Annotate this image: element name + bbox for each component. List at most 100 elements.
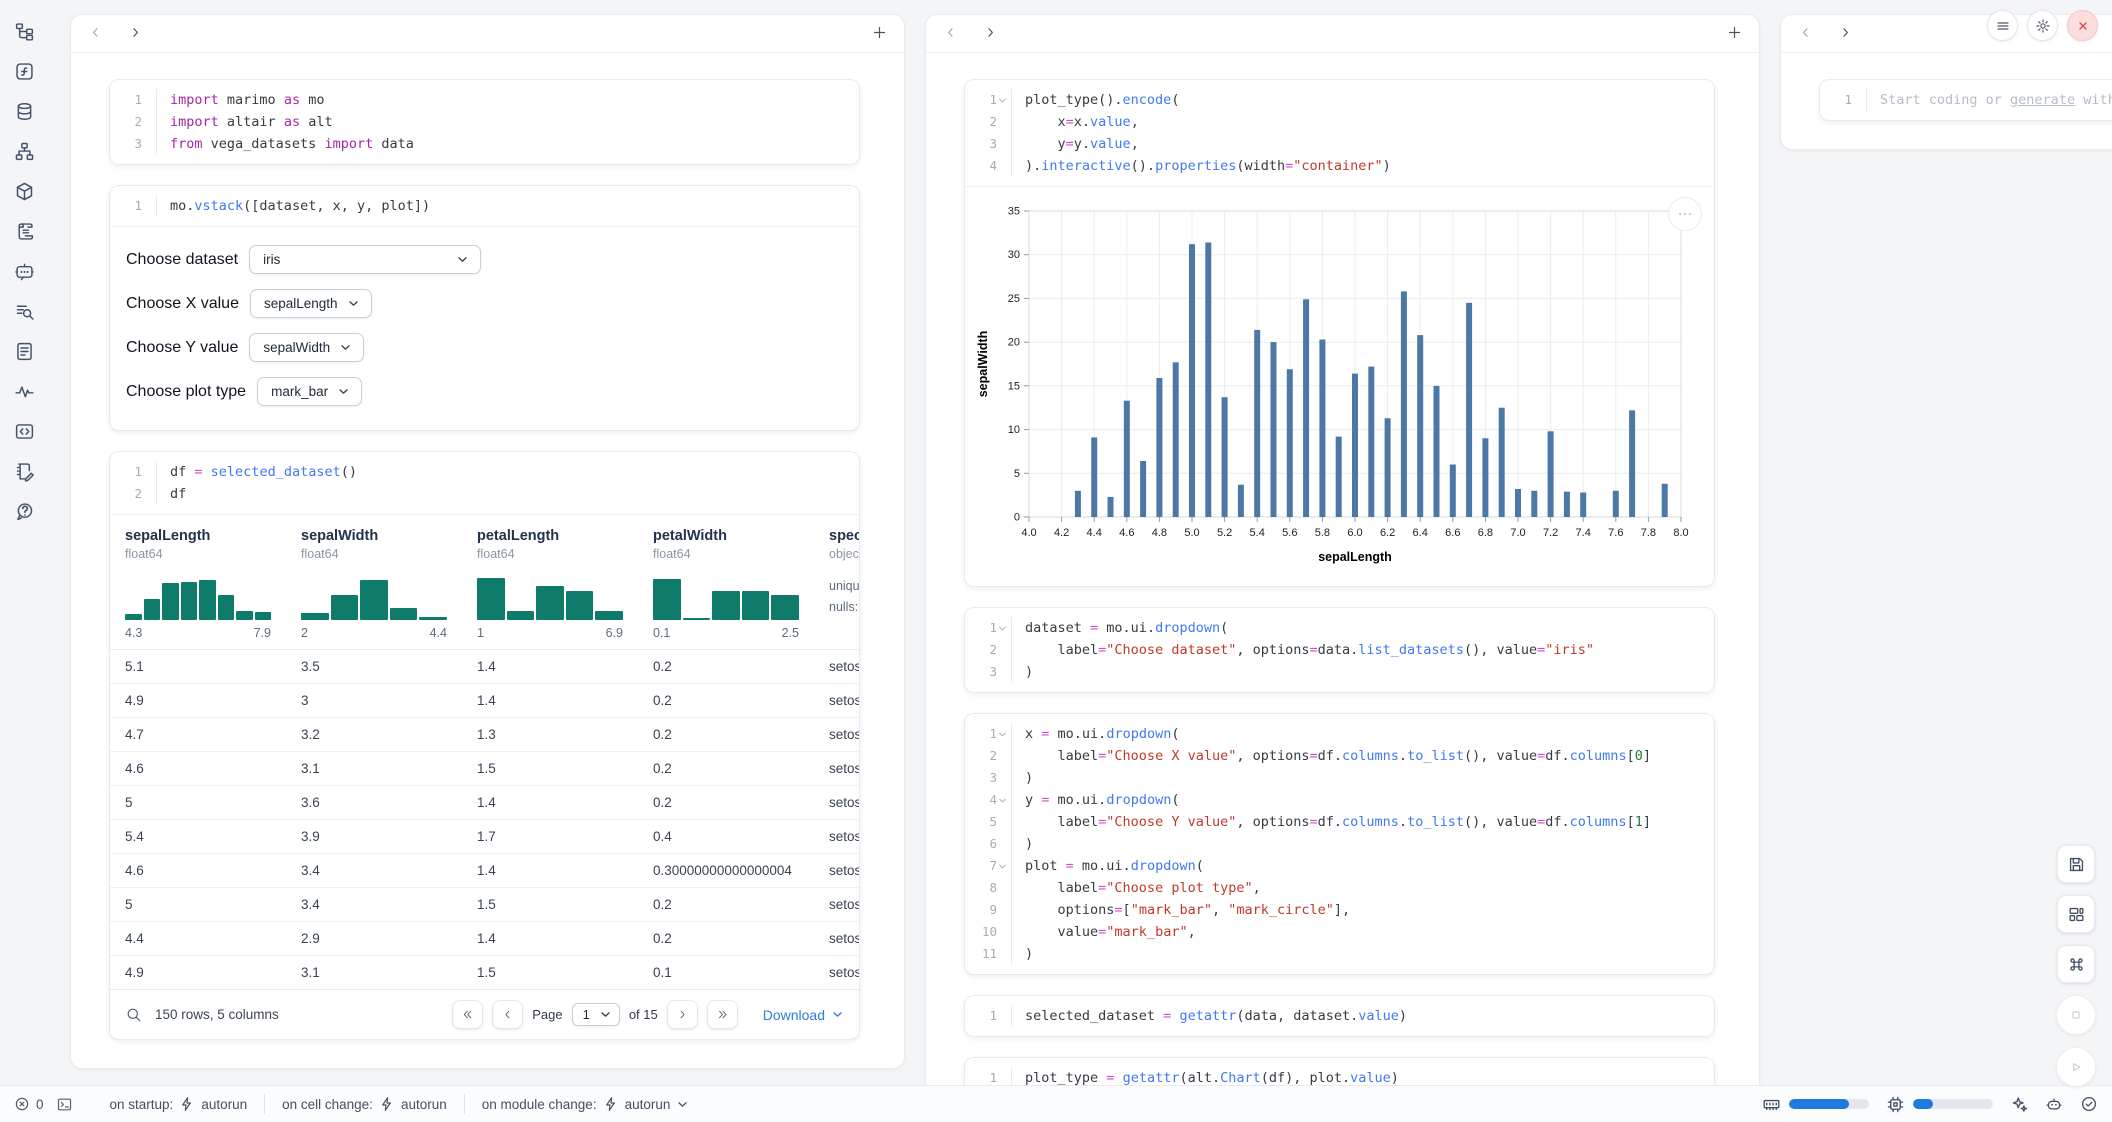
column-header-petalWidth[interactable]: petalWidth float64 0.12.5: [638, 515, 814, 649]
column-header-species[interactable]: species objectunique:nulls:: [814, 515, 859, 649]
column-header-petalLength[interactable]: petalLength float64 16.9: [462, 515, 638, 649]
column-histogram[interactable]: [125, 574, 271, 620]
terminal-button[interactable]: [56, 1096, 73, 1113]
y-value-select[interactable]: sepalWidth: [249, 333, 364, 362]
cell-plot-type[interactable]: 1plot_type = getattr(alt.Chart(df), plot…: [964, 1057, 1715, 1085]
x-value-label: Choose X value: [126, 295, 239, 313]
connection-status-button[interactable]: [2080, 1095, 2098, 1113]
sidebar-dependency-graph-button[interactable]: [9, 136, 39, 166]
on-module-change-setting[interactable]: on module change: autorun: [464, 1094, 707, 1114]
cell-empty-scratch[interactable]: 1 Start coding or generate with AI: [1819, 79, 2112, 121]
table-cell: 1.4: [462, 684, 638, 717]
table-row[interactable]: 4.42.91.40.2setosa: [110, 922, 859, 956]
chevron-right-icon: [983, 25, 998, 40]
code-editor[interactable]: dataset = mo.ui.dropdown( label="Choose …: [1012, 617, 1594, 683]
sidebar-snippets-button[interactable]: [9, 416, 39, 446]
x-value-select[interactable]: sepalLength: [250, 289, 372, 318]
altair-bar-chart[interactable]: 4.04.24.44.64.85.05.25.45.65.86.06.26.46…: [973, 197, 1708, 574]
sidebar-datasources-button[interactable]: [9, 96, 39, 126]
run-button[interactable]: [2056, 1047, 2096, 1087]
code-editor[interactable]: x = mo.ui.dropdown( label="Choose X valu…: [1012, 723, 1651, 965]
dataset-select[interactable]: iris: [249, 245, 481, 274]
table-row[interactable]: 53.61.40.2setosa: [110, 786, 859, 820]
sidebar-packages-button[interactable]: [9, 176, 39, 206]
fold-chevron-icon[interactable]: [997, 95, 1008, 106]
on-startup-setting[interactable]: on startup: autorun: [93, 1094, 265, 1114]
dataset-label: Choose dataset: [126, 251, 238, 269]
cell-dataset-dropdown[interactable]: 123dataset = mo.ui.dropdown( label="Choo…: [964, 607, 1715, 693]
table-search-button[interactable]: [125, 1006, 142, 1023]
last-page-button[interactable]: [707, 1000, 738, 1029]
cell-dataframe[interactable]: 12df = selected_dataset()df sepalLength …: [109, 451, 860, 1040]
download-button[interactable]: Download: [763, 1007, 844, 1023]
scroll-column-right-button[interactable]: [980, 24, 1000, 44]
column-histogram[interactable]: [477, 574, 623, 620]
table-row[interactable]: 4.93.11.50.1setosa: [110, 956, 859, 989]
code-editor[interactable]: df = selected_dataset()df: [157, 461, 357, 505]
ai-copilot-button[interactable]: [2010, 1095, 2028, 1113]
layout-button[interactable]: [2057, 895, 2095, 933]
shutdown-button[interactable]: [2067, 10, 2098, 41]
errors-button[interactable]: 0: [14, 1096, 44, 1112]
fold-chevron-icon[interactable]: [997, 729, 1008, 740]
sidebar-variables-button[interactable]: [9, 56, 39, 86]
table-row[interactable]: 4.73.21.30.2setosa: [110, 718, 859, 752]
stop-button[interactable]: [2056, 995, 2096, 1035]
menu-button[interactable]: [1987, 10, 2018, 41]
table-row[interactable]: 53.41.50.2setosa: [110, 888, 859, 922]
settings-button[interactable]: [2027, 10, 2058, 41]
sidebar-tracing-button[interactable]: [9, 376, 39, 406]
sidebar-ai-chat-button[interactable]: [9, 256, 39, 286]
first-page-button[interactable]: [452, 1000, 483, 1029]
sidebar-file-explorer-button[interactable]: [9, 16, 39, 46]
column-histogram[interactable]: [301, 574, 447, 620]
table-cell: 5: [110, 786, 286, 819]
column-header-sepalWidth[interactable]: sepalWidth float64 24.4: [286, 515, 462, 649]
table-row[interactable]: 5.13.51.40.2setosa: [110, 650, 859, 684]
ai-chat-icon: [14, 261, 35, 282]
code-editor[interactable]: mo.vstack([dataset, x, y, plot]): [157, 195, 430, 217]
ai-assistant-button[interactable]: [2045, 1095, 2063, 1113]
cell-vstack[interactable]: 1mo.vstack([dataset, x, y, plot]) Choose…: [109, 185, 860, 431]
save-button[interactable]: [2057, 845, 2095, 883]
sidebar-outline-button[interactable]: [9, 296, 39, 326]
cell-xy-plot-dropdowns[interactable]: 1234567891011x = mo.ui.dropdown( label="…: [964, 713, 1715, 975]
scroll-column-left-button[interactable]: [85, 24, 105, 44]
column-histogram[interactable]: [653, 574, 799, 620]
column-header-sepalLength[interactable]: sepalLength float64 4.37.9: [110, 515, 286, 649]
add-column-button[interactable]: [1723, 23, 1745, 45]
table-row[interactable]: 5.43.91.70.4setosa: [110, 820, 859, 854]
table-row[interactable]: 4.63.41.40.30000000000000004setosa: [110, 854, 859, 888]
code-editor[interactable]: selected_dataset = getattr(data, dataset…: [1012, 1005, 1407, 1027]
sidebar-documentation-button[interactable]: [9, 336, 39, 366]
plot-type-select[interactable]: mark_bar: [257, 377, 362, 406]
scroll-column-right-button[interactable]: [125, 24, 145, 44]
generate-with-ai-link[interactable]: generate: [2010, 92, 2075, 108]
keyboard-shortcuts-button[interactable]: [2057, 945, 2095, 983]
cell-chart[interactable]: 1234plot_type().encode( x=x.value, y=y.v…: [964, 79, 1715, 587]
add-column-button[interactable]: [868, 23, 890, 45]
on-cell-change-setting[interactable]: on cell change: autorun: [264, 1094, 464, 1114]
code-editor[interactable]: plot_type().encode( x=x.value, y=y.value…: [1012, 89, 1391, 177]
scroll-column-right-button[interactable]: [1835, 24, 1855, 44]
sidebar-help-button[interactable]: [9, 496, 39, 526]
sidebar-scratchpad-button[interactable]: [9, 456, 39, 486]
fold-chevron-icon[interactable]: [997, 861, 1008, 872]
code-editor[interactable]: import marimo as moimport altair as altf…: [157, 89, 414, 155]
table-row[interactable]: 4.931.40.2setosa: [110, 684, 859, 718]
page-select[interactable]: 1: [572, 1003, 620, 1026]
prev-page-button[interactable]: [492, 1000, 523, 1029]
cell-imports[interactable]: 123import marimo as moimport altair as a…: [109, 79, 860, 165]
scroll-column-left-button[interactable]: [1795, 24, 1815, 44]
scroll-column-left-button[interactable]: [940, 24, 960, 44]
cell-selected-dataset[interactable]: 1selected_dataset = getattr(data, datase…: [964, 995, 1715, 1037]
fold-chevron-icon[interactable]: [997, 795, 1008, 806]
chart-actions-button[interactable]: [1668, 197, 1702, 231]
sidebar-logs-button[interactable]: [9, 216, 39, 246]
code-editor[interactable]: plot_type = getattr(alt.Chart(df), plot.…: [1012, 1067, 1399, 1085]
cell-placeholder[interactable]: Start coding or generate with AI: [1867, 89, 2112, 111]
table-row[interactable]: 4.63.11.50.2setosa: [110, 752, 859, 786]
next-page-button[interactable]: [667, 1000, 698, 1029]
fold-chevron-icon[interactable]: [997, 623, 1008, 634]
table-cell: 3.6: [286, 786, 462, 819]
